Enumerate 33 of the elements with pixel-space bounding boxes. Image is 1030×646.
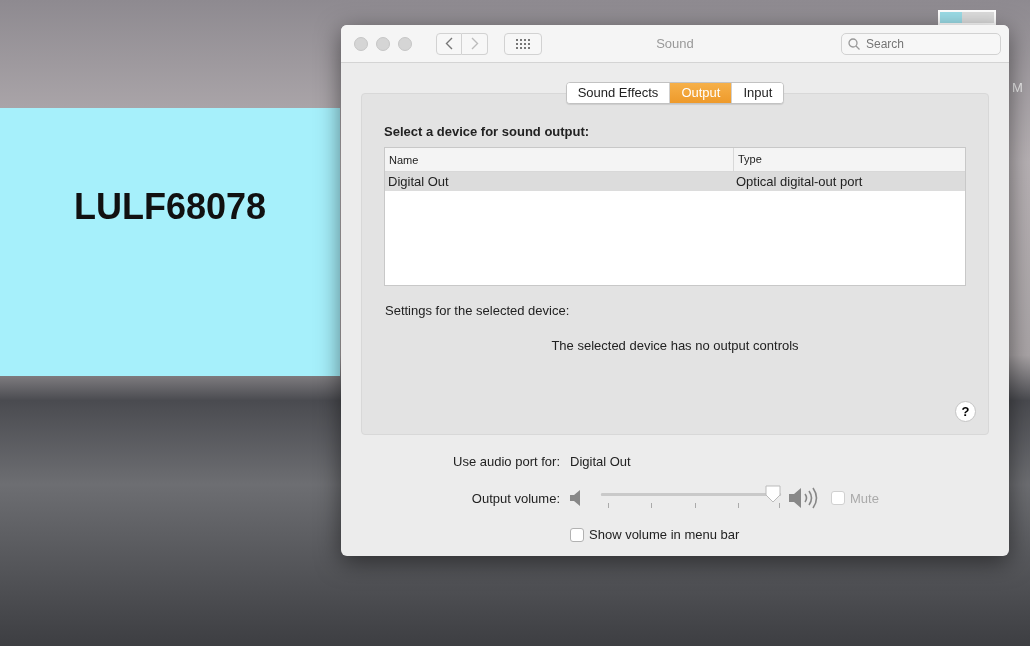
close-button[interactable] (354, 36, 368, 51)
table-cell-text: Optical digital-out port (735, 174, 864, 189)
section-heading: Select a device for sound output: (384, 124, 590, 139)
audio-port-value: Digital Out (570, 454, 632, 469)
field-label: Output volume: (470, 490, 560, 506)
forward-button[interactable] (462, 32, 488, 55)
help-button[interactable]: ? (955, 401, 976, 422)
column-header[interactable]: Type (733, 148, 965, 171)
menu-bar-clock-fragment: M (1012, 80, 1023, 95)
speaker-low-icon (570, 490, 583, 506)
search-field[interactable]: Search (841, 32, 1001, 55)
zoom-button[interactable] (398, 36, 412, 51)
field-label: Use audio port for: (452, 454, 560, 469)
slider-thumb[interactable] (765, 485, 781, 503)
screenshot-thumbnail[interactable] (938, 10, 996, 25)
table-cell-text: Digital Out (387, 174, 450, 189)
grid-icon (516, 38, 530, 49)
window-title: Sound (656, 36, 694, 51)
volume-slider[interactable] (601, 485, 781, 511)
minimize-button[interactable] (376, 36, 390, 51)
chevron-left-icon (445, 37, 453, 50)
settings-label: Settings for the selected device: (385, 303, 571, 318)
tab[interactable]: Input (731, 83, 784, 103)
show-volume-checkbox[interactable]: Show volume in menu bar (570, 527, 989, 542)
show-all-button[interactable] (504, 32, 542, 55)
device-row[interactable]: Digital Out Optical digital-out port (385, 172, 965, 191)
no-controls-message: The selected device has no output controls (551, 338, 799, 353)
window-text: LULF68078 (73, 186, 267, 228)
column-header[interactable]: Name (385, 153, 733, 166)
back-button[interactable] (436, 32, 462, 55)
chevron-right-icon (470, 37, 479, 50)
tab[interactable]: Sound Effects (566, 83, 670, 103)
search-icon (848, 37, 860, 50)
